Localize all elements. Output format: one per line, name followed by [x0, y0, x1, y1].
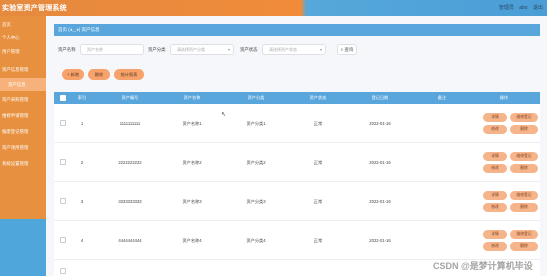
repair-button[interactable]: 维修登记	[510, 191, 538, 200]
row-checkbox[interactable]	[60, 268, 66, 274]
edit-button[interactable]: 修改	[483, 164, 507, 173]
edit-button[interactable]: 修改	[483, 125, 507, 134]
mouse-cursor-icon: ↖	[221, 112, 227, 118]
status-filter-select[interactable]: 请选择资产状态 ▾	[262, 44, 326, 55]
cell-status: 正常	[313, 160, 323, 165]
cell-date: 2022-01-16	[369, 238, 391, 243]
table-row: 3 3333333333 资产名称3 资产分类3 正常 2022-01-16 详…	[54, 182, 540, 221]
row-delete-button[interactable]: 删除	[510, 203, 538, 212]
delete-button[interactable]: 删除	[88, 69, 110, 80]
category-filter-label: 资产分类	[148, 47, 166, 52]
cell-name: 资产名称1	[182, 121, 202, 126]
status-filter-placeholder: 请选择资产状态	[269, 47, 297, 52]
sidebar-item-borrow[interactable]: 资产领用管理	[0, 141, 46, 154]
header-category: 资产分类	[247, 95, 265, 100]
cell-code: 2222222222	[118, 160, 142, 165]
user-role: 管理员	[498, 5, 514, 11]
main-content: 首页 (◕‿◕) 资产信息 资产名称 资产名称 资产分类 请选择资产分类 ▾ 资…	[46, 16, 547, 276]
watermark-label: CSDN @是梦计算机毕设	[433, 261, 533, 271]
repair-button[interactable]: 维修登记	[510, 230, 538, 239]
cell-name: 资产名称3	[182, 199, 202, 204]
cell-category: 资产分类2	[246, 160, 266, 165]
cell-code: 4444444444	[118, 238, 142, 243]
row-delete-button[interactable]: 删除	[510, 125, 538, 134]
edit-button[interactable]: 修改	[483, 203, 507, 212]
chevron-down-icon: ▾	[227, 47, 230, 52]
cell-index: 4	[80, 238, 84, 243]
sidebar-item-repair[interactable]: 维修申请管理	[0, 109, 46, 122]
search-button[interactable]: ⌕ 查询	[337, 44, 357, 55]
header-name: 资产名称	[183, 95, 201, 100]
user-name: abo	[519, 5, 528, 11]
status-filter-label: 资产状态	[240, 47, 258, 52]
add-button[interactable]: + 新增	[62, 69, 84, 80]
category-filter-placeholder: 请选择资产分类	[177, 47, 205, 52]
category-filter-select[interactable]: 请选择资产分类 ▾	[170, 44, 234, 55]
repair-button[interactable]: 维修登记	[510, 113, 538, 122]
sidebar-item-asset-info[interactable]: 资产信息	[0, 78, 46, 91]
cell-date: 2022-01-16	[369, 199, 391, 204]
sidebar: 首页 个人中心 用户管理 资产信息管理 资产信息 资产采购管理 维修申请管理 报…	[0, 16, 46, 276]
search-button-label: 查询	[344, 47, 354, 52]
cell-date: 2022-01-16	[369, 121, 391, 126]
name-filter-input[interactable]: 资产名称	[80, 44, 144, 55]
breadcrumb: 首页 (◕‿◕) 资产信息	[54, 24, 540, 36]
cell-category: 资产分类4	[246, 238, 266, 243]
cell-date: 2022-01-16	[369, 160, 391, 165]
row-checkbox[interactable]	[60, 120, 66, 126]
header-date: 登记日期	[371, 95, 389, 100]
report-button[interactable]: 统计报表	[114, 69, 144, 80]
user-area: 管理员 abo 退出	[495, 4, 543, 11]
cell-category: 资产分类1	[246, 121, 266, 126]
cell-code: 1111111111	[119, 121, 141, 126]
table-row: 2 2222222222 资产名称2 资产分类2 正常 2022-01-16 详…	[54, 143, 540, 182]
sidebar-item-asset-mgmt[interactable]: 资产信息管理	[0, 63, 46, 76]
cell-code: 3333333333	[118, 199, 142, 204]
table-row: 4 4444444444 资产名称4 资产分类4 正常 2022-01-16 详…	[54, 221, 540, 260]
name-filter-label: 资产名称	[58, 47, 76, 52]
cell-index: 1	[80, 121, 84, 126]
cell-status: 正常	[313, 238, 323, 243]
sidebar-item-users[interactable]: 用户管理	[0, 45, 46, 58]
sidebar-item-profile[interactable]: 个人中心	[0, 31, 46, 44]
logout-link[interactable]: 退出	[533, 5, 543, 11]
filter-bar: 资产名称 资产名称 资产分类 请选择资产分类 ▾ 资产状态 请选择资产状态 ▾ …	[54, 42, 540, 58]
cell-name: 资产名称2	[182, 160, 202, 165]
detail-button[interactable]: 详情	[483, 113, 507, 122]
sidebar-item-home[interactable]: 首页	[0, 18, 46, 31]
cell-category: 资产分类3	[246, 199, 266, 204]
cell-status: 正常	[313, 121, 323, 126]
top-bar: 实验室资产管理系统 管理员 abo 退出	[0, 0, 547, 16]
sidebar-item-scrap[interactable]: 报废登记管理	[0, 125, 46, 138]
search-icon: ⌕	[340, 47, 344, 52]
edit-button[interactable]: 修改	[483, 242, 507, 251]
cell-status: 正常	[313, 199, 323, 204]
row-delete-button[interactable]: 删除	[510, 164, 538, 173]
header-actions: 操作	[499, 95, 509, 100]
table-header: 索引 资产编号 资产名称 资产分类 资产状态 登记日期 备注 操作	[54, 92, 540, 104]
header-code: 资产编号	[121, 95, 139, 100]
select-all-checkbox[interactable]	[60, 95, 66, 101]
cell-name: 资产名称4	[182, 238, 202, 243]
cell-index: 3	[80, 199, 84, 204]
row-checkbox[interactable]	[60, 237, 66, 243]
table-row: 1 1111111111 资产名称1 资产分类1 正常 2022-01-16 详…	[54, 104, 540, 143]
detail-button[interactable]: 详情	[483, 230, 507, 239]
detail-button[interactable]: 详情	[483, 191, 507, 200]
row-checkbox[interactable]	[60, 159, 66, 165]
header-remark: 备注	[437, 95, 447, 100]
header-index: 索引	[77, 95, 87, 100]
sidebar-item-purchase[interactable]: 资产采购管理	[0, 93, 46, 106]
row-checkbox[interactable]	[60, 198, 66, 204]
watermark-text: CSDN @是梦计算机毕设	[433, 259, 533, 272]
row-delete-button[interactable]: 删除	[510, 242, 538, 251]
asset-table: 索引 资产编号 资产名称 资产分类 资产状态 登记日期 备注 操作 1 1111…	[54, 92, 540, 276]
cell-index: 2	[80, 160, 84, 165]
sidebar-item-settings[interactable]: 系统设置管理	[0, 157, 46, 170]
detail-button[interactable]: 详情	[483, 152, 507, 161]
app-title: 实验室资产管理系统	[2, 5, 67, 12]
header-status: 资产状态	[309, 95, 327, 100]
chevron-down-icon: ▾	[319, 47, 322, 52]
repair-button[interactable]: 维修登记	[510, 152, 538, 161]
